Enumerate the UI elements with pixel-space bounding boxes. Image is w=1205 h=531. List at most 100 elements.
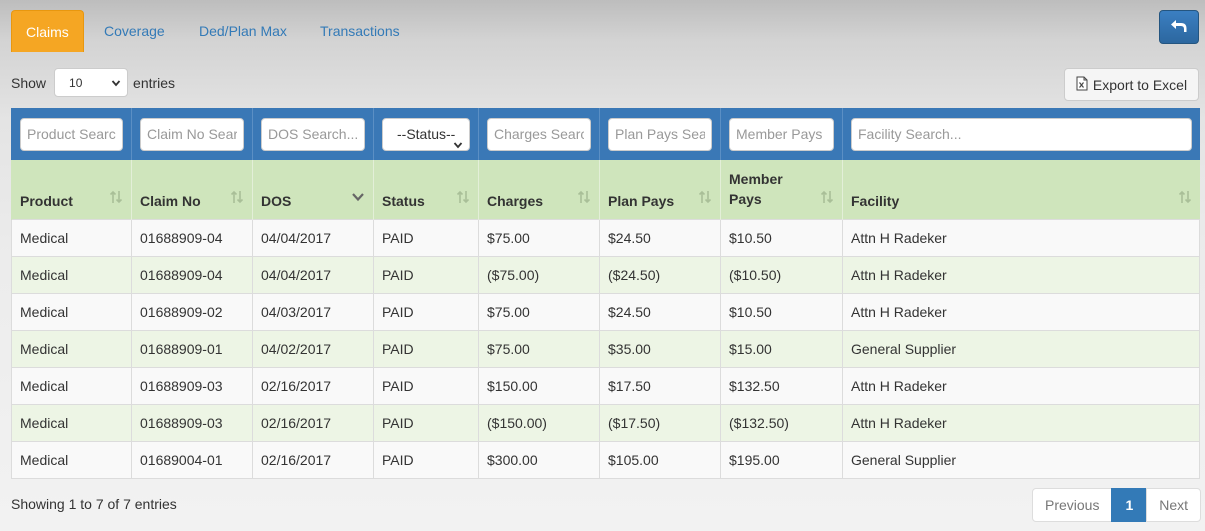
chevron-down-icon (111, 77, 121, 91)
column-label: Claim No (140, 192, 201, 209)
sort-icon (820, 190, 834, 207)
cell-facility: Attn H Radeker (842, 218, 1200, 256)
cell-claim-no: 01688909-02 (131, 292, 253, 330)
export-to-excel-button[interactable]: Export to Excel (1064, 68, 1199, 101)
cell-plan-pays: $17.50 (599, 366, 721, 404)
previous-page-button[interactable]: Previous (1032, 488, 1113, 522)
table-row[interactable]: Medical 01688909-03 02/16/2017 PAID ($15… (11, 403, 1200, 441)
next-page-button[interactable]: Next (1146, 488, 1202, 522)
table-row[interactable]: Medical 01688909-04 04/04/2017 PAID $75.… (11, 218, 1200, 256)
claims-table: --Status-- Product Claim No DOS Status C… (11, 108, 1200, 479)
cell-charges: $75.00 (478, 218, 600, 256)
cell-plan-pays: $24.50 (599, 218, 721, 256)
claims-table-wrapper: --Status-- Product Claim No DOS Status C… (11, 108, 1200, 479)
column-label: DOS (261, 192, 292, 209)
cell-dos: 02/16/2017 (252, 403, 374, 441)
column-header-product[interactable]: Product (11, 160, 132, 219)
column-label: Member Pays (729, 170, 783, 207)
cell-facility: Attn H Radeker (842, 292, 1200, 330)
column-header-status[interactable]: Status (373, 160, 479, 219)
product-search-input[interactable] (20, 117, 123, 151)
cell-status: PAID (373, 403, 479, 441)
cell-product: Medical (11, 292, 132, 330)
cell-dos: 02/16/2017 (252, 366, 374, 404)
status-filter-select[interactable]: --Status-- (382, 117, 470, 151)
column-header-member-pays[interactable]: Member Pays (720, 160, 843, 219)
column-header-claim-no[interactable]: Claim No (131, 160, 253, 219)
cell-member-pays: ($10.50) (720, 255, 843, 293)
cell-status: PAID (373, 255, 479, 293)
column-label: Status (382, 192, 425, 209)
cell-plan-pays: $105.00 (599, 440, 721, 479)
column-label: Plan Pays (608, 192, 675, 209)
table-row[interactable]: Medical 01689004-01 02/16/2017 PAID $300… (11, 440, 1200, 479)
cell-dos: 04/04/2017 (252, 218, 374, 256)
sort-icon (1178, 190, 1192, 207)
table-row[interactable]: Medical 01688909-02 04/03/2017 PAID $75.… (11, 292, 1200, 330)
export-label: Export to Excel (1092, 76, 1188, 93)
cell-facility: General Supplier (842, 329, 1200, 367)
sort-icon (698, 190, 712, 207)
tab-transactions[interactable]: Transactions (305, 10, 415, 52)
cell-claim-no: 01689004-01 (131, 440, 253, 479)
header-row: Product Claim No DOS Status Charges Plan… (11, 160, 1200, 219)
cell-member-pays: ($132.50) (720, 403, 843, 441)
claim-no-search-input[interactable] (140, 117, 244, 151)
chevron-down-icon (453, 130, 463, 161)
cell-charges: ($150.00) (478, 403, 600, 441)
cell-product: Medical (11, 440, 132, 479)
back-button[interactable] (1159, 10, 1199, 44)
table-row[interactable]: Medical 01688909-03 02/16/2017 PAID $150… (11, 366, 1200, 404)
sort-icon (109, 190, 123, 207)
cell-status: PAID (373, 366, 479, 404)
cell-plan-pays: ($24.50) (599, 255, 721, 293)
column-header-dos[interactable]: DOS (252, 160, 374, 219)
table-row[interactable]: Medical 01688909-01 04/02/2017 PAID $75.… (11, 329, 1200, 367)
cell-status: PAID (373, 292, 479, 330)
cell-charges: $300.00 (478, 440, 600, 479)
tab-ded-plan-max[interactable]: Ded/Plan Max (184, 10, 302, 52)
tab-claims[interactable]: Claims (11, 10, 84, 52)
cell-plan-pays: ($17.50) (599, 403, 721, 441)
cell-member-pays: $195.00 (720, 440, 843, 479)
column-header-charges[interactable]: Charges (478, 160, 600, 219)
cell-product: Medical (11, 366, 132, 404)
cell-charges: ($75.00) (478, 255, 600, 293)
cell-claim-no: 01688909-03 (131, 366, 253, 404)
plan-pays-search-input[interactable] (608, 117, 712, 151)
cell-charges: $150.00 (478, 366, 600, 404)
column-header-facility[interactable]: Facility (842, 160, 1200, 219)
pagination: Previous 1 Next (1032, 488, 1202, 522)
cell-facility: Attn H Radeker (842, 366, 1200, 404)
entries-value: 10 (69, 75, 83, 90)
column-label: Product (20, 192, 73, 209)
cell-dos: 04/03/2017 (252, 292, 374, 330)
cell-status: PAID (373, 329, 479, 367)
length-control: Show 10 entries (11, 68, 175, 97)
cell-product: Medical (11, 218, 132, 256)
dos-search-input[interactable] (261, 117, 365, 151)
table-info: Showing 1 to 7 of 7 entries (11, 496, 177, 512)
cell-dos: 02/16/2017 (252, 440, 374, 479)
sort-descending-icon (351, 190, 365, 207)
tab-coverage[interactable]: Coverage (89, 10, 180, 52)
member-pays-search-input[interactable] (729, 117, 834, 151)
cell-facility: Attn H Radeker (842, 255, 1200, 293)
cell-member-pays: $10.50 (720, 292, 843, 330)
cell-claim-no: 01688909-04 (131, 255, 253, 293)
column-label: Facility (851, 192, 900, 209)
back-arrow-icon (1170, 18, 1188, 37)
cell-claim-no: 01688909-03 (131, 403, 253, 441)
charges-search-input[interactable] (487, 117, 591, 151)
cell-facility: Attn H Radeker (842, 403, 1200, 441)
tab-bar: Claims Coverage Ded/Plan Max Transaction… (11, 10, 1199, 52)
cell-product: Medical (11, 403, 132, 441)
filter-row: --Status-- (11, 108, 1200, 160)
excel-file-icon (1076, 76, 1088, 94)
cell-plan-pays: $24.50 (599, 292, 721, 330)
table-row[interactable]: Medical 01688909-04 04/04/2017 PAID ($75… (11, 255, 1200, 293)
page-1-button[interactable]: 1 (1111, 488, 1148, 522)
column-header-plan-pays[interactable]: Plan Pays (599, 160, 721, 219)
facility-search-input[interactable] (851, 117, 1192, 151)
entries-select[interactable]: 10 (54, 68, 129, 97)
